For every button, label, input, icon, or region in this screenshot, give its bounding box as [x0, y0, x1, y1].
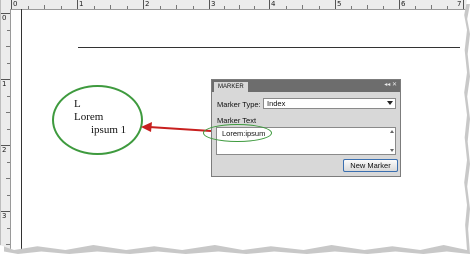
ruler-label: 4	[271, 0, 276, 8]
scroll-up-icon[interactable]	[390, 130, 394, 133]
panel-header: MARKER ◂◂ ✕	[212, 80, 400, 92]
ruler-label: 0	[13, 0, 18, 8]
ruler-label: 1	[79, 0, 84, 8]
screenshot: 0 1 2 3 4 5 6 7 0 1 2 3 L Lorem ipsum 1 …	[0, 0, 474, 262]
new-marker-button[interactable]: New Marker	[343, 159, 398, 172]
document-window: 0 1 2 3 4 5 6 7 0 1 2 3 L Lorem ipsum 1 …	[0, 0, 467, 250]
ruler-label: 2	[145, 0, 150, 8]
marker-type-label: Marker Type:	[217, 100, 261, 109]
ruler-label: 3	[211, 0, 216, 8]
ruler-label: 2	[2, 146, 7, 154]
ruler-label: 6	[401, 0, 406, 8]
ruler-tick-marks	[11, 0, 464, 9]
highlight-circle	[203, 124, 272, 142]
page-left-edge	[21, 9, 22, 250]
ruler-label: 1	[2, 80, 7, 88]
chevron-down-icon[interactable]	[387, 101, 393, 105]
marker-type-value: Index	[267, 99, 286, 108]
panel-collapse-close-icon[interactable]: ◂◂ ✕	[384, 81, 397, 89]
ruler-label: 5	[337, 0, 342, 8]
tab-marker[interactable]: MARKER	[214, 82, 248, 92]
ruler-label: 7	[457, 0, 462, 8]
horizontal-ruler[interactable]: 0 1 2 3 4 5 6 7	[1, 0, 467, 10]
vertical-ruler[interactable]: 0 1 2 3	[1, 9, 11, 250]
scroll-down-icon[interactable]	[390, 149, 394, 152]
marker-type-select[interactable]: Index	[263, 98, 396, 109]
ruler-label: 0	[2, 14, 7, 22]
ruler-label: 3	[2, 212, 7, 220]
highlight-circle	[52, 85, 143, 155]
header-rule-line	[78, 47, 460, 48]
